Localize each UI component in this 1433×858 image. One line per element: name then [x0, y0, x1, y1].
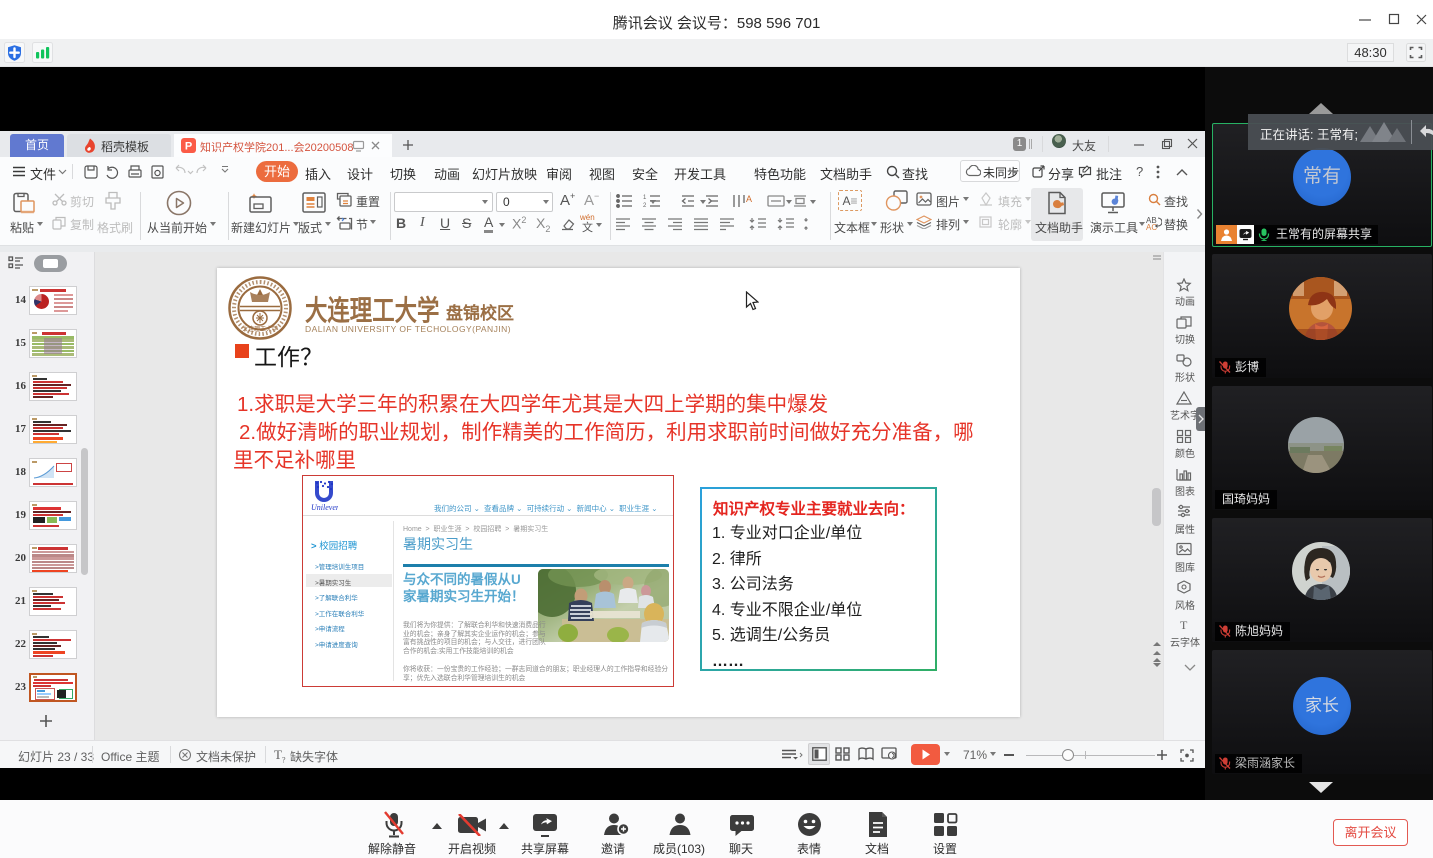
svg-text:T: T	[1180, 618, 1188, 631]
svg-text:A: A	[746, 194, 752, 204]
svg-text:大连理工大学: 大连理工大学	[242, 325, 278, 333]
svg-text:P: P	[185, 141, 192, 153]
svg-text:1: 1	[643, 195, 647, 201]
svg-text:2: 2	[643, 203, 647, 208]
svg-text:Unilever: Unilever	[311, 503, 338, 512]
